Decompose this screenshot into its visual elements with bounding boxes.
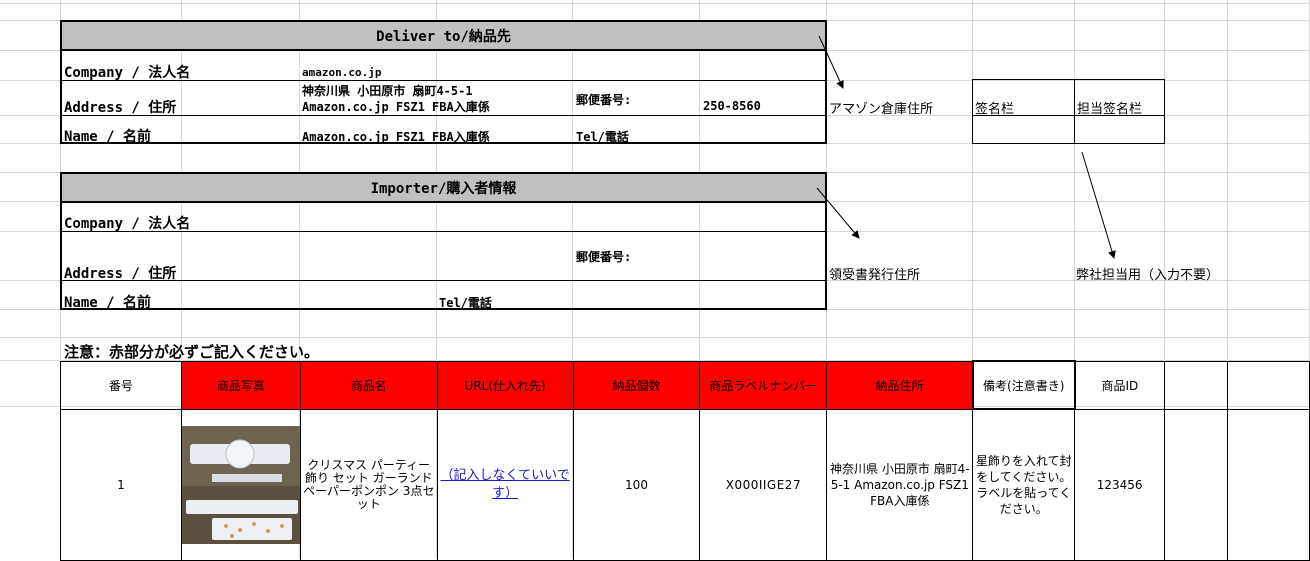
cell-url[interactable]: （記入しなくていいです） <box>436 408 574 561</box>
arrow-to-receipt-note <box>816 187 860 239</box>
arrow-to-staff-note <box>1081 151 1116 259</box>
header-url: URL(仕入れ先) <box>436 360 574 410</box>
cell-address[interactable]: 神奈川県 小田原市 扇町4-5-1 Amazon.co.jp FSZ1 FBA入… <box>826 408 974 561</box>
header-product-name: 商品名 <box>299 360 438 410</box>
cell-quantity[interactable]: 100 <box>572 408 701 561</box>
required-warning: 注意：赤部分が必ずご記入ください。 <box>64 343 320 361</box>
product-table: 番号 商品写真 商品名 URL(仕入れ先) 納品個数 商品ラベルナンバー 納品住… <box>60 360 1310 561</box>
table-row: 1 クリスマス パーティー 飾り セット ガーランド ペーパーポンポン 3点セッ… <box>60 408 1310 561</box>
header-photo: 商品写真 <box>180 360 301 410</box>
table-header-row: 番号 商品写真 商品名 URL(仕入れ先) 納品個数 商品ラベルナンバー 納品住… <box>60 360 1310 410</box>
header-empty-1 <box>1164 360 1229 410</box>
product-photo <box>182 425 300 544</box>
header-quantity: 納品個数 <box>572 360 701 410</box>
cell-no[interactable]: 1 <box>60 408 182 561</box>
cell-photo[interactable] <box>180 408 301 561</box>
header-label-number: 商品ラベルナンバー <box>699 360 828 410</box>
header-remark: 備考(注意書き) <box>971 360 1076 410</box>
cell-product-name[interactable]: クリスマス パーティー 飾り セット ガーランド ペーパーポンポン 3点セット <box>299 408 438 561</box>
cell-empty-1[interactable] <box>1164 408 1229 561</box>
header-address: 納品住所 <box>826 360 974 410</box>
header-product-id: 商品ID <box>1074 360 1166 410</box>
cell-label-number[interactable]: X000IIGE27 <box>699 408 828 561</box>
cell-empty-2[interactable] <box>1227 408 1310 561</box>
cell-product-id[interactable]: 123456 <box>1074 408 1166 561</box>
cell-remark[interactable]: 星飾りを入れて封をしてください。ラベルを貼ってください。 <box>972 408 1076 561</box>
url-link[interactable]: （記入しなくていいです） <box>441 468 570 501</box>
header-empty-2 <box>1227 360 1310 410</box>
header-no: 番号 <box>60 360 182 410</box>
arrow-to-amazon-note <box>818 35 844 89</box>
